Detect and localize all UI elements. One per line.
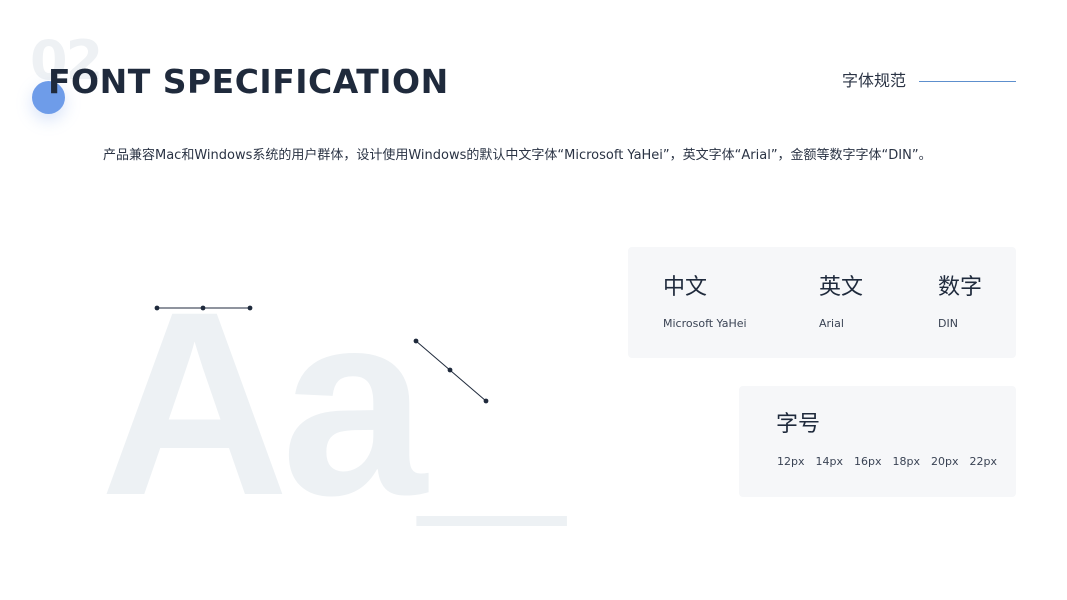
anchor-point	[413, 338, 419, 344]
font-size-item: 20px	[931, 455, 959, 468]
font-size-card: 字号 12px 14px 16px 18px 20px 22px	[739, 386, 1016, 497]
font-size-list: 12px 14px 16px 18px 20px 22px	[777, 455, 997, 469]
anchor-point	[447, 367, 453, 373]
anchor-point	[483, 398, 489, 404]
anchor-point	[247, 305, 253, 311]
font-size-item: 12px	[777, 455, 805, 468]
font-size-item: 14px	[815, 455, 844, 468]
chinese-font-title: 中文	[663, 275, 708, 300]
font-size-item: 18px	[892, 455, 921, 468]
english-font-name: Arial	[819, 317, 844, 330]
page-title: FONT SPECIFICATION	[48, 62, 449, 101]
font-size-item: 22px	[969, 455, 998, 468]
slide: 02 FONT SPECIFICATION 字体规范 产品兼容Mac和Windo…	[0, 0, 1067, 600]
english-font-title: 英文	[819, 275, 864, 300]
anchor-point	[200, 305, 206, 311]
number-font-name: DIN	[938, 317, 958, 330]
anchor-point	[154, 305, 160, 311]
font-size-item: 16px	[854, 455, 882, 468]
glyph-sample: Aa_	[100, 257, 570, 550]
chinese-font-name: Microsoft YaHei	[663, 317, 747, 330]
number-font-title: 数字	[938, 275, 983, 300]
font-size-title: 字号	[776, 412, 821, 437]
font-family-card: 中文 Microsoft YaHei 英文 Arial 数字 DIN	[628, 247, 1016, 358]
